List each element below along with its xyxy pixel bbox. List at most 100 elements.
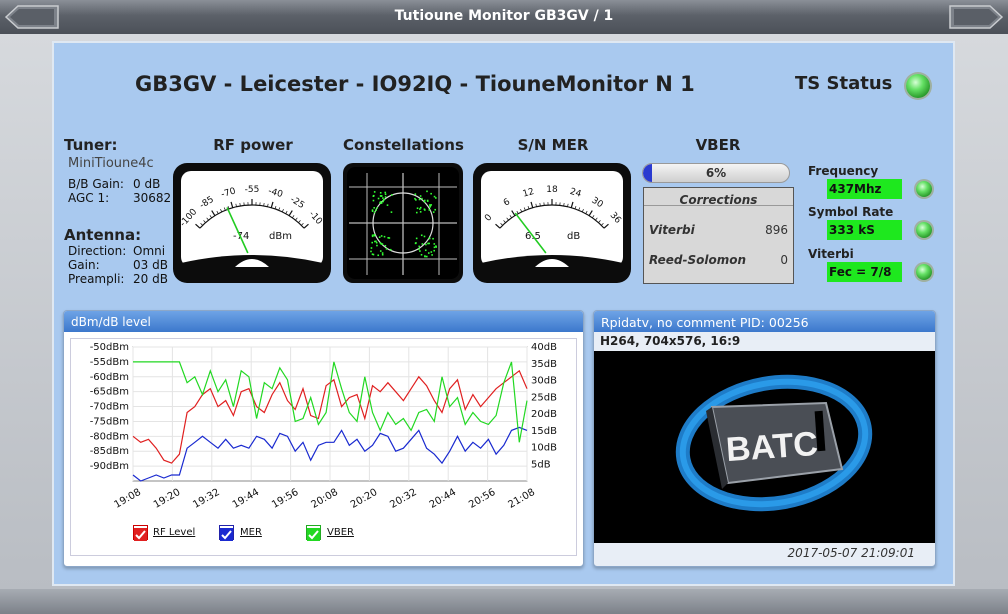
symbol-rate-value: 333 kS — [827, 220, 902, 240]
constellation-point — [420, 253, 423, 256]
constellation-point — [383, 198, 385, 201]
constellation-point — [370, 250, 372, 253]
y-left-tick-label: -60dBm — [90, 372, 129, 383]
constellation-point — [434, 208, 436, 211]
legend-mer-label[interactable]: MER — [240, 527, 262, 538]
y-left-tick-label: -90dBm — [90, 461, 129, 472]
preampli-label: Preampli: — [68, 272, 125, 286]
x-tick-label: 19:56 — [270, 487, 300, 511]
agc-value: 30682 U — [133, 191, 175, 205]
constellation-point — [387, 237, 389, 239]
constellation-point — [379, 242, 382, 244]
constellation-point — [435, 245, 437, 247]
constellation-point — [382, 197, 384, 199]
frequency-value: 437Mhz — [827, 179, 902, 199]
mer-scale-label: 18 — [546, 185, 558, 195]
legend-vber-label[interactable]: VBER — [327, 527, 354, 538]
constellation-point — [371, 241, 374, 244]
y-left-tick-label: -75dBm — [90, 416, 129, 427]
constellation-point — [372, 194, 375, 197]
constellation-point — [373, 191, 376, 193]
constellation-point — [433, 249, 436, 252]
constellation-point — [376, 207, 378, 209]
rf-power-unit: dBm — [269, 231, 292, 242]
y-right-tick-label: 10dB — [531, 443, 557, 454]
bb-gain-value: 0 dB — [133, 177, 161, 191]
constellation-point — [432, 211, 435, 213]
rf-power-meter: -100-85-70-55-40-25-10 -74 dBm — [173, 163, 331, 283]
constellation-point — [373, 234, 376, 236]
constellation-display — [343, 163, 463, 283]
constellation-point — [372, 253, 375, 256]
x-tick-label: 20:20 — [349, 487, 379, 511]
y-right-tick-label: 30dB — [531, 376, 557, 387]
antenna-heading: Antenna: — [64, 226, 142, 244]
constellation-point — [420, 234, 423, 237]
constellation-point — [381, 253, 384, 256]
constellation-point — [385, 248, 388, 250]
constellation-point — [371, 235, 374, 238]
constellation-point — [416, 207, 419, 210]
constellation-point — [430, 192, 432, 195]
constellation-point — [380, 235, 383, 237]
constellation-point — [415, 211, 418, 214]
y-right-tick-label: 25dB — [531, 392, 557, 403]
corrections-divider — [644, 205, 793, 206]
rf-power-title: RF power — [213, 136, 293, 154]
y-right-tick-label: 40dB — [531, 342, 557, 353]
level-chart-card: dBm/dB level 19:08 19:20 19:32 19:44 19:56 20… — [63, 310, 584, 567]
constellation-point — [375, 241, 378, 244]
batc-logo-text: BATC — [724, 424, 820, 470]
constellation-point — [432, 237, 434, 240]
constellation-point — [425, 243, 427, 246]
level-chart-header: dBm/dB level — [64, 311, 583, 332]
x-tick-label: 21:08 — [507, 487, 537, 511]
right-corner-ornament — [949, 5, 1004, 29]
legend-rf-level-label[interactable]: RF Level — [153, 527, 195, 538]
constellation-point — [379, 202, 381, 204]
window-bottom-bar — [0, 589, 1008, 614]
mer-meter: 061218243036 6.5 dB — [473, 163, 631, 283]
preampli-value: 20 dB — [133, 272, 168, 286]
tuner-heading: Tuner: — [64, 136, 118, 154]
constellation-point — [371, 210, 374, 212]
constellation-point — [424, 249, 427, 252]
viterbi-corrections-label: Viterbi — [649, 223, 695, 237]
constellation-point — [430, 251, 433, 253]
rf-power-gauge: -100-85-70-55-40-25-10 -74 dBm — [178, 171, 324, 267]
constellation-point — [370, 247, 373, 249]
legend-vber-checkbox[interactable] — [306, 525, 321, 541]
reed-solomon-value: 0 — [780, 253, 788, 267]
constellation-point — [433, 195, 436, 198]
constellation-point — [379, 191, 382, 194]
y-left-tick-label: -50dBm — [90, 342, 129, 353]
constellation-point — [391, 194, 393, 196]
legend-mer-checkbox[interactable] — [219, 525, 234, 541]
symbol-rate-led — [916, 222, 932, 238]
mer-title: S/N MER — [517, 136, 589, 154]
x-tick-label: 20:32 — [388, 487, 418, 511]
video-format: H264, 704x576, 16:9 — [600, 334, 741, 348]
y-left-tick-label: -85dBm — [90, 446, 129, 457]
vber-title: VBER — [695, 136, 741, 154]
legend-rf-level-checkbox[interactable] — [133, 525, 148, 541]
constellation-point — [376, 244, 378, 247]
y-right-tick-label: 35dB — [531, 359, 557, 370]
constellation-point — [418, 245, 421, 248]
constellation-point — [381, 252, 384, 254]
constellation-point — [421, 197, 423, 200]
constellation-point — [382, 200, 384, 203]
video-frame[interactable]: BATC — [594, 351, 935, 543]
constellation-point — [390, 211, 393, 213]
constellation-point — [381, 243, 384, 245]
constellation-point — [428, 237, 431, 240]
constellation-point — [426, 200, 429, 202]
viterbi-status-led — [916, 264, 932, 280]
x-tick-label: 19:32 — [191, 487, 221, 511]
constellation-point — [414, 242, 417, 245]
constellation-point — [377, 197, 380, 200]
constellation-point — [423, 199, 426, 202]
constellation-point — [384, 193, 387, 196]
direction-label: Direction: — [68, 244, 127, 258]
y-right-tick-label: 5dB — [531, 459, 551, 470]
